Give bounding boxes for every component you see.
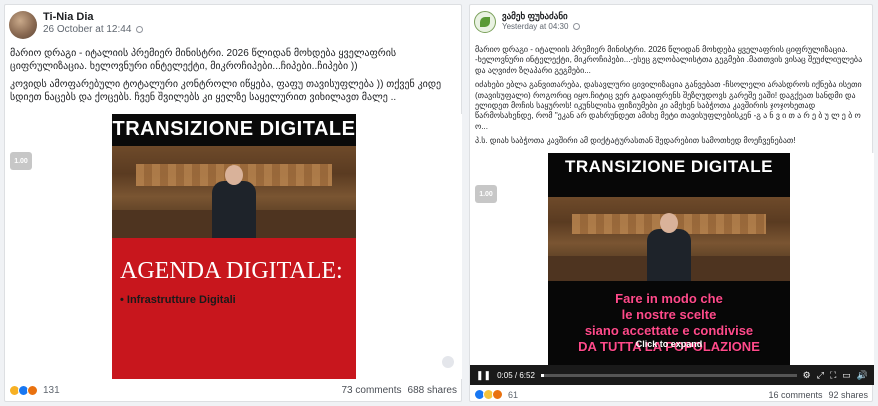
video-player[interactable]: TRANSIZIONE DIGITALE Fare in modo che le…	[548, 153, 790, 365]
angry-reaction-icon	[27, 385, 38, 396]
globe-icon	[572, 22, 580, 30]
post-footer: 61 16 comments 92 shares	[474, 389, 868, 400]
shares-count[interactable]: 688 shares	[408, 385, 457, 396]
video-time: 0:05 / 6:52	[497, 370, 535, 380]
pause-icon[interactable]: ❚❚	[476, 370, 491, 381]
post-header: Ti-Nia Dia 26 October at 12:44	[9, 11, 144, 39]
post-text: მარიო დრაგი - იტალიის პრემიერ მინისტრი. …	[475, 45, 871, 151]
progress-fill	[540, 373, 545, 377]
volume-icon[interactable]: 🔊	[857, 370, 868, 381]
post-paragraph: იძახები ებლა განვითარება, დასავლური ცივი…	[475, 80, 862, 131]
post-card: Ti-Nia Dia 26 October at 12:44 მარიო დრა…	[4, 4, 462, 402]
comments-count[interactable]: 73 comments	[341, 385, 401, 396]
author-name[interactable]: ვამეხ ფუხაძანი	[502, 11, 580, 22]
video-area[interactable]: TRANSIZIONE DIGITALE Fare in modo che le…	[470, 153, 874, 385]
globe-icon	[136, 26, 144, 34]
subtitle-line: le nostre scelte	[621, 307, 717, 322]
fullscreen-icon[interactable]: ⛶	[830, 370, 836, 381]
agenda-title: AGENDA DIGITALE:	[120, 258, 343, 284]
pip-icon[interactable]: ▭	[842, 370, 851, 381]
reaction-count: 131	[43, 385, 60, 396]
post-paragraph: მარიო დრაგი - იტალიის პრემიერ მინისტრი. …	[475, 45, 863, 75]
post-paragraph: პ.ს. დიახ საბჭოთა კავშირი ამ დიქტატურასთ…	[475, 136, 796, 146]
post-footer: 131 73 comments 688 shares	[9, 385, 457, 396]
post-text: მარიო დრაგი - იტალიის პრემიერ მინისტრი. …	[10, 47, 460, 109]
post-timestamp[interactable]: 26 October at 12:44	[43, 24, 131, 35]
reactions-summary[interactable]: 131	[9, 385, 60, 396]
video-area[interactable]: TRANSIZIONE DIGITALE AGENDA DIGITALE: • …	[6, 114, 462, 379]
post-card: ვამეხ ფუხაძანი Yesterday at 04:30 მარიო …	[469, 4, 874, 402]
video-controls: ❚❚ 0:05 / 6:52 ⚙ ⤢ ⛶ ▭ 🔊	[470, 365, 874, 385]
post-paragraph: მარიო დრაგი - იტალიის პრემიერ მინისტრი. …	[10, 48, 397, 72]
reaction-count: 61	[508, 389, 519, 400]
leaf-icon	[480, 17, 490, 27]
video-title: TRANSIZIONE DIGITALE	[112, 118, 356, 140]
avatar[interactable]	[474, 11, 496, 33]
reactions-summary[interactable]: 61	[474, 389, 518, 400]
speaker-figure	[212, 164, 256, 238]
video-player[interactable]: TRANSIZIONE DIGITALE AGENDA DIGITALE: • …	[112, 114, 356, 379]
avatar[interactable]	[9, 11, 37, 39]
settings-icon[interactable]: ⚙	[803, 370, 811, 381]
post-paragraph: კოვიდს ამოფარებული ტოტალური კონტროლი იწყ…	[10, 79, 442, 103]
volume-icon[interactable]	[442, 356, 454, 368]
speaker-figure	[647, 212, 691, 281]
click-to-expand[interactable]: Click to expand	[548, 339, 790, 349]
agenda-bullet: • Infrastrutture Digitali	[120, 294, 236, 306]
agenda-banner: AGENDA DIGITALE: • Infrastrutture Digita…	[112, 238, 356, 379]
progress-bar[interactable]	[540, 373, 797, 377]
shares-count[interactable]: 92 shares	[828, 390, 868, 400]
playback-speed-badge[interactable]: 1.00	[10, 152, 32, 170]
video-frame	[548, 197, 790, 281]
playback-speed-badge[interactable]: 1.00	[475, 185, 497, 203]
author-name[interactable]: Ti-Nia Dia	[43, 11, 143, 24]
video-frame	[112, 146, 356, 238]
comments-count[interactable]: 16 comments	[768, 390, 822, 400]
post-header: ვამეხ ფუხაძანი Yesterday at 04:30	[474, 11, 580, 33]
post-timestamp[interactable]: Yesterday at 04:30	[502, 22, 568, 31]
angry-reaction-icon	[492, 389, 503, 400]
expand-icon[interactable]: ⤢	[817, 370, 824, 381]
subtitle-line: Fare in modo che	[615, 291, 723, 306]
video-title: TRANSIZIONE DIGITALE	[564, 157, 773, 176]
subtitle-line: siano accettate e condivise	[584, 323, 754, 338]
